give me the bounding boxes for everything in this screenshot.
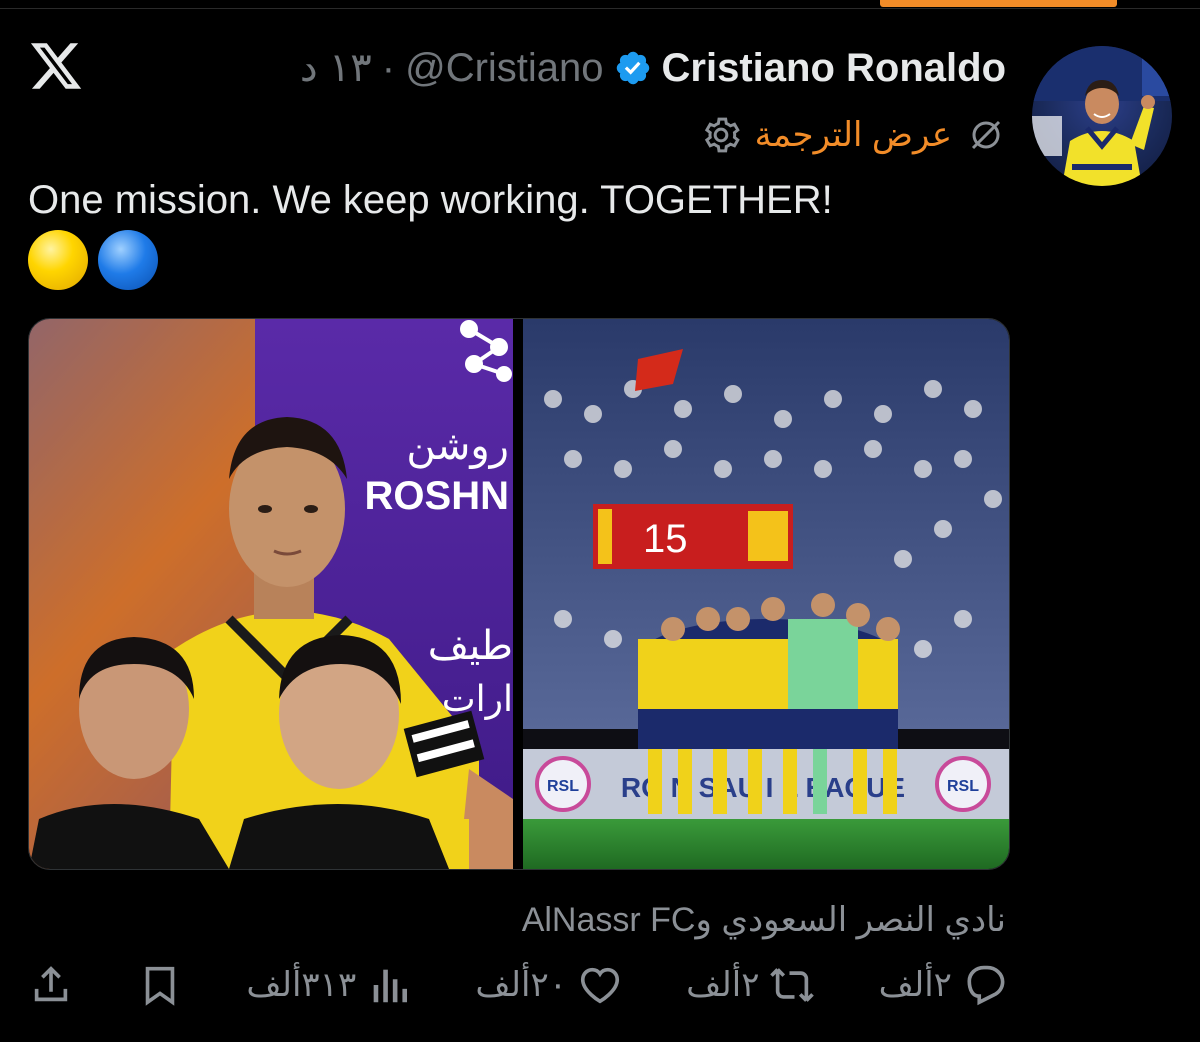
like-button[interactable]: ٢٠ألف xyxy=(475,962,623,1008)
reply-count: ٢ألف xyxy=(878,966,952,1004)
display-name[interactable]: Cristiano Ronaldo xyxy=(662,46,1006,91)
x-logo-icon[interactable] xyxy=(28,38,84,94)
sponsor-latin: ROSHN xyxy=(365,474,509,518)
like-count: ٢٠ألف xyxy=(475,966,567,1004)
media-source[interactable]: نادي النصر السعودي وAlNassr FC xyxy=(522,900,1006,940)
rsl-logo-right: RSL xyxy=(947,778,979,795)
views-count: ٣١٣ألف xyxy=(246,966,357,1004)
show-translation-link[interactable]: عرض الترجمة xyxy=(755,115,952,155)
timestamp[interactable]: ١٣ د xyxy=(300,45,372,91)
avatar[interactable] xyxy=(1032,46,1172,186)
reply-button[interactable]: ٢ألف xyxy=(879,962,1008,1008)
reply-icon xyxy=(967,965,1005,1006)
repost-count: ٢ألف xyxy=(686,966,760,1004)
gear-icon[interactable] xyxy=(701,115,741,155)
top-accent-bar xyxy=(880,0,1117,7)
share-button[interactable] xyxy=(28,962,74,1008)
views-chart-icon xyxy=(373,969,408,1003)
photo-ronaldo-portrait: روشن ROSHN طيف ارات xyxy=(29,319,513,869)
action-bar: ٢ألف ٢ألف ٢٠ألف ٣١٣ألف xyxy=(28,950,1008,1020)
photo-team-huddle: 15 RSL RSL RO N SAU I L EAGUE xyxy=(523,319,1009,869)
share-icon xyxy=(34,966,68,1002)
verified-badge-icon xyxy=(616,51,649,85)
media-photo-right[interactable]: 15 RSL RSL RO N SAU I L EAGUE xyxy=(523,319,1009,869)
bookmark-icon xyxy=(145,966,175,1006)
media-photo-left[interactable]: روشن ROSHN طيف ارات xyxy=(29,319,513,869)
emoji-row xyxy=(28,230,158,290)
sponsor-arabic: روشن xyxy=(406,423,509,469)
blue-circle-emoji-icon xyxy=(98,230,158,290)
separator-dot: · xyxy=(381,45,396,90)
bookmark-button[interactable] xyxy=(137,962,183,1008)
heart-icon xyxy=(580,967,620,1004)
translate-off-icon xyxy=(971,120,1001,150)
rsl-logo-left: RSL xyxy=(547,778,579,795)
banner-number: 15 xyxy=(643,517,688,561)
sponsor-arabic-bottom: طيف xyxy=(428,623,513,669)
tweet-text: One mission. We keep working. TOGETHER! xyxy=(28,178,833,222)
sponsor-arabic-bottom2: ارات xyxy=(442,679,513,720)
media-grid: روشن ROSHN طيف ارات 15 RSL RSL RO N SAU … xyxy=(28,318,1010,870)
repost-button[interactable]: ٢ألف xyxy=(686,962,815,1008)
tweet-header: Cristiano Ronaldo @Cristiano · ١٣ د xyxy=(300,40,1006,96)
translate-row: عرض الترجمة xyxy=(701,108,1006,162)
yellow-circle-emoji-icon xyxy=(28,230,88,290)
repost-icon xyxy=(770,968,815,1002)
handle[interactable]: @Cristiano xyxy=(405,46,603,91)
avatar-image xyxy=(1032,46,1172,186)
views-button[interactable]: ٣١٣ألف xyxy=(246,962,412,1008)
